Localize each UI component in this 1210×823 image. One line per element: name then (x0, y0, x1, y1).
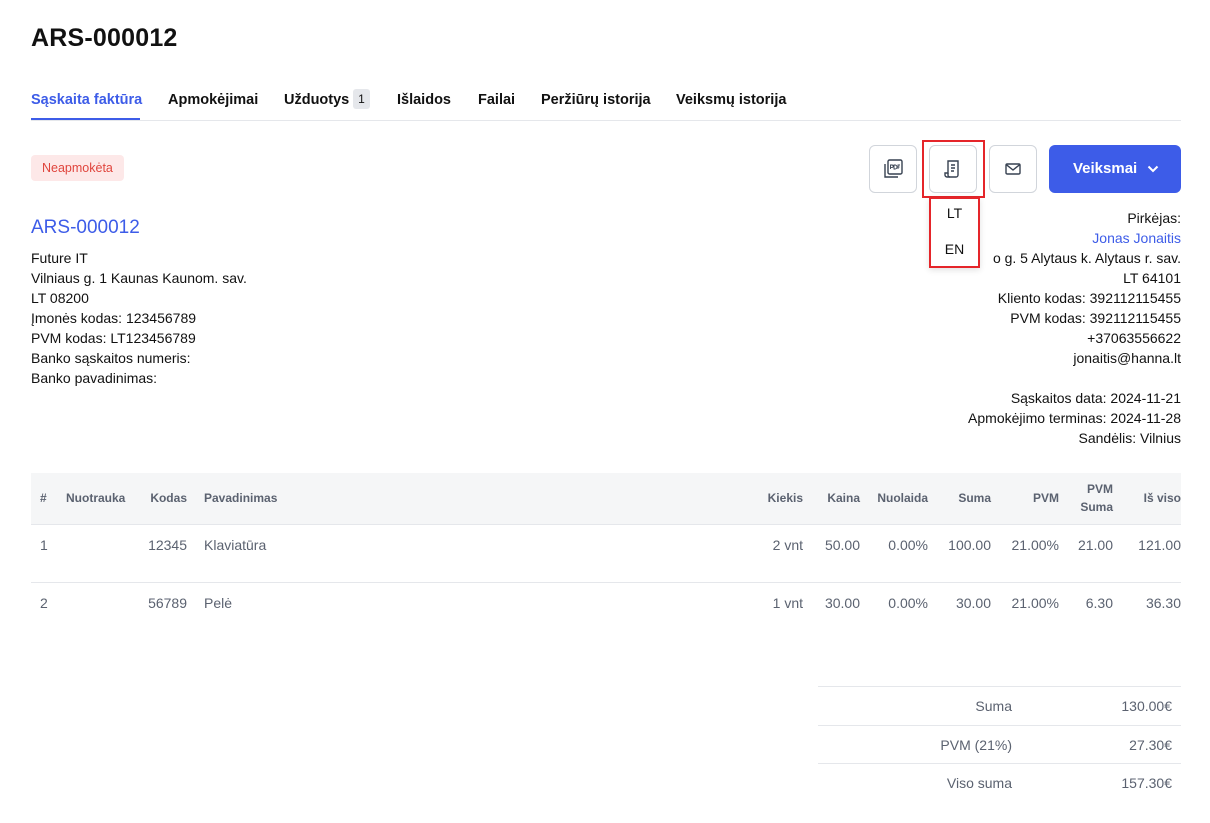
col-name: Pavadinimas (204, 491, 278, 505)
row-price: 30.00 (824, 595, 860, 611)
buyer-name-link[interactable]: Jonas Jonaitis (1092, 230, 1181, 246)
totals-label: Suma (975, 698, 1012, 714)
table-row: 1 12345 Klaviatūra 2 vnt 50.00 0.00% 100… (31, 525, 1181, 583)
col-quantity: Kiekis (767, 491, 803, 505)
col-vat: PVM (1032, 491, 1059, 505)
buyer-email: jonaitis@hanna.lt (1073, 350, 1181, 366)
col-price: Kaina (827, 491, 860, 505)
col-vat-sum-line1: PVM (1086, 482, 1113, 496)
row-name: Klaviatūra (204, 537, 267, 553)
actions-button[interactable]: Veiksmai (1049, 145, 1181, 193)
row-total: 36.30 (1145, 595, 1181, 611)
tab-expenses[interactable]: Išlaidos (397, 92, 451, 108)
email-button[interactable] (989, 145, 1037, 193)
totals-summary: Suma 130.00€ PVM (21%) 27.30€ Viso suma … (818, 686, 1181, 802)
col-number: # (40, 491, 47, 505)
col-code: Kodas (150, 491, 187, 505)
row-name: Pelė (204, 595, 233, 611)
row-vat: 21.00% (1011, 595, 1059, 611)
due-date: Apmokėjimo terminas: 2024-11-28 (968, 410, 1181, 426)
buyer-label: Pirkėjas: (1127, 210, 1181, 226)
row-code: 56789 (148, 595, 187, 611)
row-price: 50.00 (824, 537, 860, 553)
language-option-lt[interactable]: LT (931, 205, 978, 221)
seller-postcode: LT 08200 (31, 290, 89, 306)
col-total: Iš viso (1143, 491, 1181, 505)
row-discount: 0.00% (888, 595, 928, 611)
row-sum: 30.00 (955, 595, 991, 611)
totals-value: 157.30€ (1121, 775, 1172, 791)
mail-icon (1005, 163, 1021, 175)
tasks-count-badge: 1 (353, 89, 370, 109)
row-vat-sum: 21.00 (1077, 537, 1113, 553)
tab-tasks[interactable]: Užduotys (284, 92, 349, 108)
row-quantity: 2 vnt (772, 537, 803, 553)
row-discount: 0.00% (888, 537, 928, 553)
language-dropdown: LT EN (929, 197, 980, 268)
seller-address: Vilniaus g. 1 Kaunas Kaunom. sav. (31, 270, 247, 286)
col-vat-sum-line2: Suma (1080, 500, 1113, 514)
row-number: 1 (40, 537, 48, 553)
tab-view-history[interactable]: Peržiūrų istorija (541, 92, 651, 108)
tab-files[interactable]: Failai (478, 92, 515, 108)
seller-vat-code: PVM kodas: LT123456789 (31, 330, 196, 346)
buyer-postcode: LT 64101 (1123, 270, 1181, 286)
row-vat: 21.00% (1011, 537, 1059, 553)
totals-value: 130.00€ (1121, 698, 1172, 714)
row-total: 121.00 (1138, 537, 1181, 553)
totals-row-vat: PVM (21%) 27.30€ (818, 724, 1181, 764)
totals-label: Viso suma (946, 775, 1012, 791)
invoice-number-link[interactable]: ARS-000012 (31, 217, 140, 239)
active-tab-indicator (31, 118, 140, 120)
col-image: Nuotrauka (66, 491, 126, 505)
pdf-button[interactable] (869, 145, 917, 193)
totals-row-grand: Viso suma 157.30€ (818, 763, 1181, 802)
status-badge: Neapmokėta (31, 155, 124, 181)
col-discount: Nuolaida (877, 491, 928, 505)
seller-bank-name: Banko pavadinimas: (31, 370, 158, 386)
col-sum: Suma (958, 491, 991, 505)
invoice-date: Sąskaitos data: 2024-11-21 (1010, 390, 1181, 406)
tab-payments[interactable]: Apmokėjimai (168, 92, 258, 108)
buyer-client-code: Kliento kodas: 392112115455 (997, 290, 1181, 306)
row-code: 12345 (148, 537, 187, 553)
tab-bar: Sąskaita faktūra Apmokėjimai Užduotys 1 … (31, 86, 1181, 121)
row-sum: 100.00 (948, 537, 991, 553)
page-title: ARS-000012 (31, 24, 178, 52)
totals-row-sum: Suma 130.00€ (818, 686, 1181, 725)
tab-action-history[interactable]: Veiksmų istorija (676, 92, 786, 108)
buyer-phone: +37063556622 (1087, 330, 1181, 346)
actions-button-label: Veiksmai (1073, 160, 1138, 177)
language-option-en[interactable]: EN (931, 241, 978, 257)
seller-company-code: Įmonės kodas: 123456789 (31, 310, 197, 326)
tab-invoice[interactable]: Sąskaita faktūra (31, 92, 142, 108)
buyer-vat-code: PVM kodas: 392112115455 (1010, 310, 1181, 326)
pdf-icon (884, 159, 903, 178)
chevron-down-icon (1147, 165, 1159, 173)
seller-bank-account: Banko sąskaitos numeris: (31, 350, 191, 366)
buyer-address: o g. 5 Alytaus k. Alytaus r. sav. (992, 250, 1181, 266)
totals-label: PVM (21%) (940, 736, 1012, 753)
seller-name: Future IT (31, 250, 88, 266)
items-table-header: # Nuotrauka Kodas Pavadinimas Kiekis Kai… (31, 473, 1181, 525)
warehouse: Sandėlis: Vilnius (1078, 430, 1181, 446)
totals-value: 27.30€ (1129, 736, 1172, 753)
row-vat-sum: 6.30 (1085, 595, 1113, 611)
row-number: 2 (40, 595, 48, 611)
table-row: 2 56789 Pelė 1 vnt 30.00 0.00% 30.00 21.… (31, 583, 1181, 641)
highlight-frame (922, 140, 985, 198)
row-quantity: 1 vnt (772, 595, 803, 611)
